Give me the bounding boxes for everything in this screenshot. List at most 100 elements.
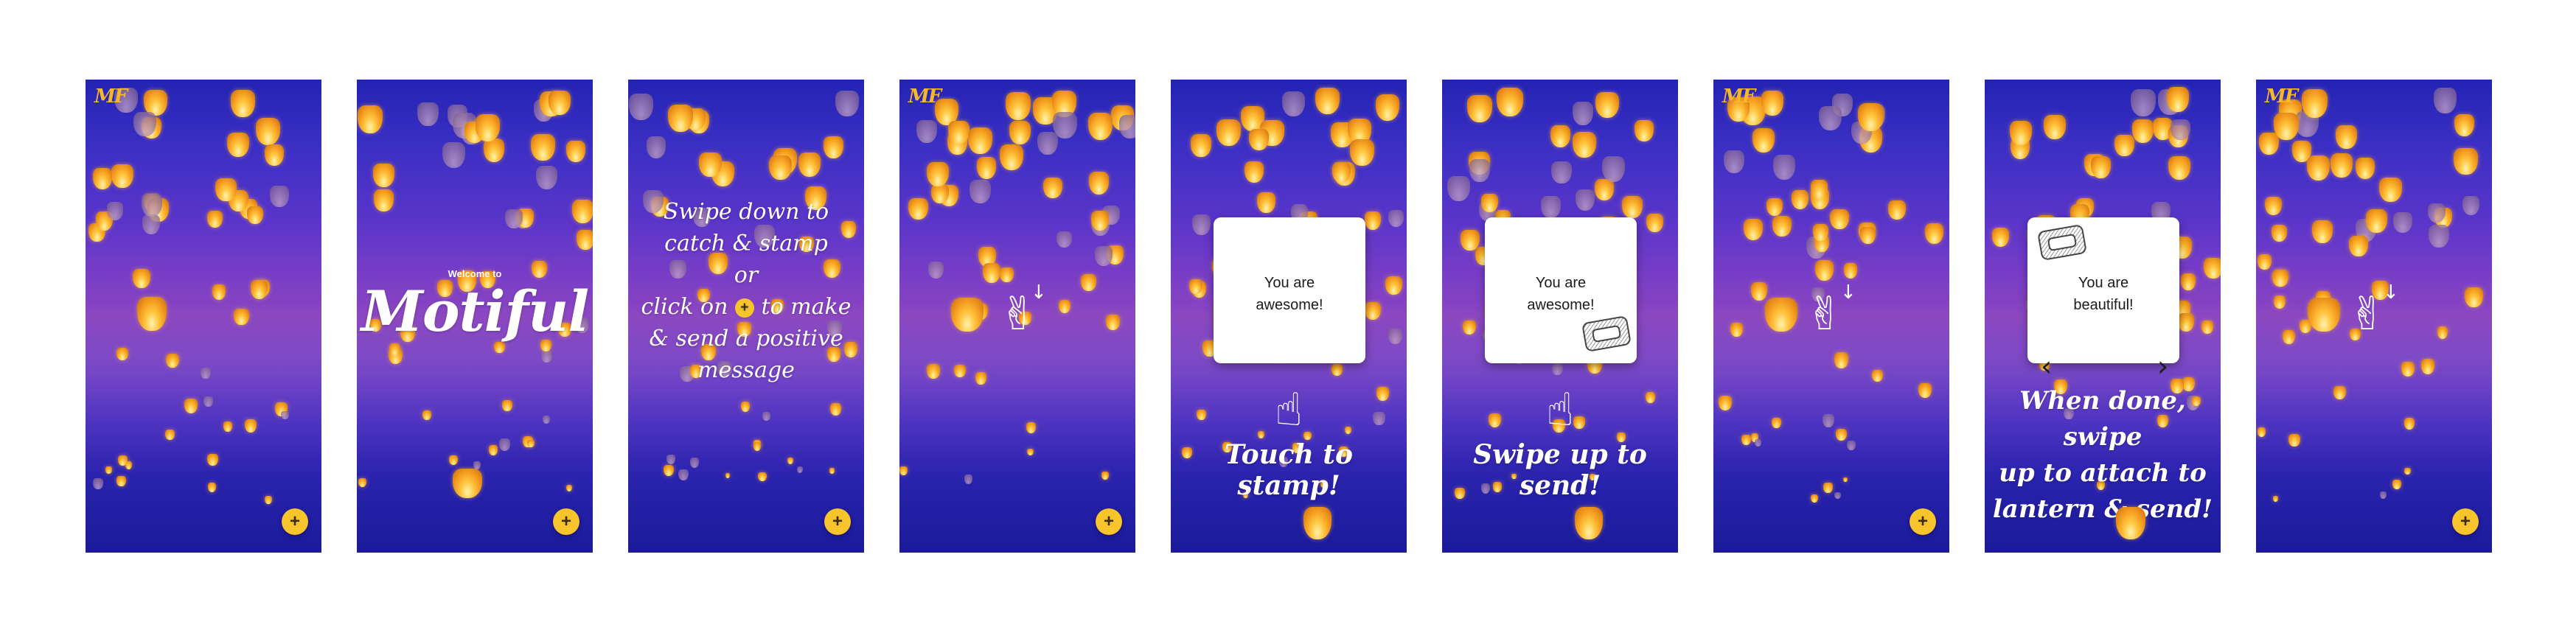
instruction-line: Swipe down to xyxy=(663,199,829,225)
down-arrow-icon: ↓ xyxy=(2383,281,2399,304)
add-message-button[interactable]: + xyxy=(1096,508,1122,535)
lantern-icon xyxy=(1447,176,1470,202)
lantern-icon xyxy=(1344,426,1352,435)
lantern-icon xyxy=(2274,295,2286,309)
lantern-icon xyxy=(916,119,937,143)
message-card[interactable]: You are beautiful! ‹ › xyxy=(2027,217,2179,382)
lantern-large[interactable] xyxy=(1765,298,1797,332)
add-message-button[interactable]: + xyxy=(2452,508,2479,535)
lantern-icon xyxy=(2203,257,2221,279)
lantern-large[interactable] xyxy=(1303,507,1331,539)
previous-message-button[interactable]: ‹ xyxy=(2041,350,2052,382)
app-logo: MF xyxy=(2265,85,2298,108)
lantern-large[interactable] xyxy=(2308,298,2340,332)
screen-swipe-up-to-send: You are awesome! ☝ Swipe up to send! xyxy=(1442,80,1678,553)
lantern-icon xyxy=(1836,429,1847,441)
lantern-icon xyxy=(541,349,553,363)
lantern-icon xyxy=(117,455,128,466)
lantern-icon xyxy=(2044,115,2067,140)
lantern-icon xyxy=(1244,161,1264,183)
lantern-icon xyxy=(111,164,133,189)
lantern-icon xyxy=(668,104,694,132)
lantern-icon xyxy=(1315,87,1340,114)
lantern-icon xyxy=(1488,413,1502,427)
lantern-icon xyxy=(141,193,163,217)
lantern-icon xyxy=(1005,92,1031,120)
app-name-title: Motiful xyxy=(361,279,590,344)
lantern-icon xyxy=(1469,158,1491,182)
lantern-icon xyxy=(1364,211,1382,231)
lantern-icon xyxy=(389,343,401,356)
lantern-large[interactable] xyxy=(2116,507,2145,539)
lantern-icon xyxy=(1282,91,1306,117)
lantern-icon xyxy=(2264,196,2283,216)
lantern-icon xyxy=(2166,87,2190,112)
lantern-large[interactable] xyxy=(1575,507,1603,539)
lantern-icon xyxy=(1766,197,1783,217)
lantern-icon xyxy=(234,308,249,325)
lantern-icon xyxy=(1094,246,1113,266)
lantern-icon xyxy=(629,94,653,121)
tap-hand-icon: ☝ xyxy=(1546,382,1574,436)
message-card[interactable]: You are awesome! xyxy=(1214,217,1365,363)
add-message-button[interactable]: + xyxy=(553,508,579,535)
lantern-icon xyxy=(1331,363,1343,376)
lantern-large[interactable] xyxy=(453,469,482,498)
lantern-icon xyxy=(1622,196,1643,219)
lantern-icon xyxy=(1196,410,1206,421)
lantern-icon xyxy=(2454,148,2478,175)
lantern-icon xyxy=(1385,276,1402,295)
lantern-icon xyxy=(1056,231,1072,248)
lantern-icon xyxy=(982,262,1001,284)
lantern-icon xyxy=(206,210,223,228)
lantern-icon xyxy=(725,472,731,479)
lantern-icon xyxy=(758,472,767,482)
lantern-large[interactable] xyxy=(137,297,167,331)
lantern-icon xyxy=(1859,227,1876,245)
lantern-icon xyxy=(93,478,103,490)
lantern-icon xyxy=(231,90,256,117)
lantern-icon xyxy=(1834,352,1848,368)
message-line: beautiful! xyxy=(2073,297,2134,313)
message-line: You are xyxy=(2078,275,2129,291)
next-message-button[interactable]: › xyxy=(2157,350,2168,382)
lantern-icon xyxy=(970,180,992,203)
lantern-icon xyxy=(2288,434,2300,447)
lantern-icon xyxy=(1634,120,1654,142)
lantern-icon xyxy=(664,464,675,477)
lantern-icon xyxy=(1481,194,1498,213)
lantern-icon xyxy=(1595,179,1615,200)
stamp-icon xyxy=(1581,315,1632,353)
message-card[interactable]: You are awesome! xyxy=(1485,217,1637,363)
lantern-icon xyxy=(1752,127,1775,153)
lantern-icon xyxy=(1772,418,1782,429)
lantern-icon xyxy=(787,457,794,464)
instruction-line: click on + to make xyxy=(628,291,864,323)
screen-catch-hint: MF ✌ ↓ + xyxy=(899,80,1135,553)
add-message-button[interactable]: + xyxy=(282,508,308,535)
lantern-icon xyxy=(2178,313,2195,332)
add-message-button[interactable]: + xyxy=(1910,508,1936,535)
lantern-icon xyxy=(2355,158,2375,179)
lantern-icon xyxy=(1819,106,1842,131)
lantern-icon xyxy=(2330,153,2353,178)
lantern-icon xyxy=(2131,88,2156,116)
lantern-icon xyxy=(908,197,928,220)
lantern-icon xyxy=(823,136,844,158)
add-message-button[interactable]: + xyxy=(824,508,851,535)
lantern-icon xyxy=(133,268,151,288)
lantern-icon xyxy=(829,402,842,416)
lantern-icon xyxy=(165,430,175,441)
lantern-icon xyxy=(964,475,973,484)
lantern-icon xyxy=(899,466,908,475)
lantern-icon xyxy=(201,368,211,379)
welcome-text: Welcome to xyxy=(448,268,502,279)
lantern-icon xyxy=(502,400,512,412)
lantern-icon xyxy=(2306,155,2330,181)
lantern-icon xyxy=(1376,387,1389,401)
lantern-icon xyxy=(489,445,498,455)
lantern-icon xyxy=(2365,209,2387,233)
lantern-icon xyxy=(2258,133,2279,155)
lantern-large[interactable] xyxy=(951,298,984,332)
message-line: awesome! xyxy=(1527,297,1595,313)
